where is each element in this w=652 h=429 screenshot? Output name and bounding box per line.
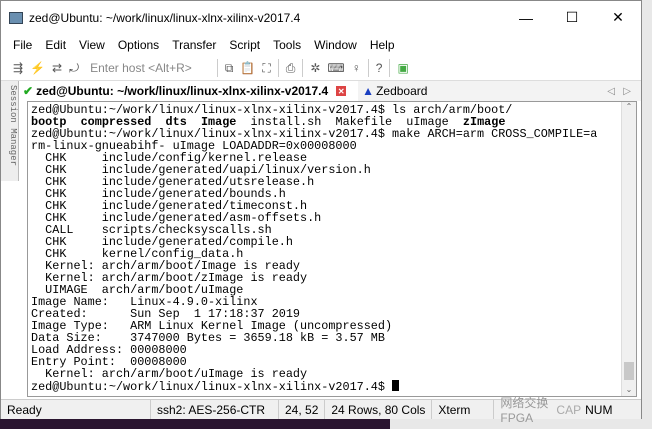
terminal-output: zed@Ubuntu:~/work/linux/linux-xlnx-xilin… — [31, 104, 597, 393]
app-icon — [9, 11, 23, 24]
securecrt-window: zed@Ubuntu: ~/work/linux/linux-xlnx-xili… — [0, 0, 642, 425]
warning-icon: ▲ — [362, 84, 375, 98]
divider — [389, 59, 391, 77]
disconnect-icon[interactable]: ⤾ — [69, 61, 79, 76]
menu-tools[interactable]: Tools — [273, 38, 301, 52]
minimize-button[interactable]: — — [503, 1, 549, 34]
status-state: Ready — [1, 400, 151, 419]
menu-help[interactable]: Help — [370, 38, 395, 52]
status-bar: Ready ssh2: AES-256-CTR 24, 52 24 Rows, … — [1, 396, 641, 425]
print-icon[interactable]: ⎙ — [286, 61, 296, 76]
status-num: NUM — [585, 402, 613, 417]
menu-bar: File Edit View Options Transfer Script T… — [1, 34, 395, 56]
divider — [302, 59, 304, 77]
terminal-line: zed@Ubuntu:~/work/linux/linux-xlnx-xilin… — [31, 380, 597, 393]
menu-file[interactable]: File — [13, 38, 32, 52]
menu-edit[interactable]: Edit — [45, 38, 66, 52]
session-manager-tab[interactable]: Session Manager — [1, 81, 19, 181]
quick-connect-icon[interactable]: ⚡ — [30, 61, 45, 75]
status-size: 24 Rows, 80 Cols — [325, 400, 433, 419]
toolbar: ⇶ ⚡ ⇄ ⤾ Enter host <Alt+R> ⧉ 📋 ⛶ ⎙ ✲ ⌨ ♀… — [1, 56, 641, 81]
title-bar: zed@Ubuntu: ~/work/linux/linux-xlnx-xili… — [1, 1, 641, 34]
session-tabs: ✔ zed@Ubuntu: ~/work/linux/linux-xlnx-xi… — [19, 81, 641, 101]
background-terminal-strip — [0, 419, 390, 429]
sftp-icon[interactable]: ▣ — [397, 61, 408, 75]
status-emulation: Xterm — [432, 400, 495, 419]
reconnect-icon[interactable]: ⇄ — [52, 61, 62, 75]
menu-script[interactable]: Script — [229, 38, 260, 52]
copy-icon[interactable]: ⧉ — [225, 61, 234, 76]
connect-icon[interactable]: ⇶ — [13, 61, 23, 75]
check-icon: ✔ — [23, 84, 34, 98]
menu-view[interactable]: View — [79, 38, 105, 52]
tab-ubuntu[interactable]: ✔ zed@Ubuntu: ~/work/linux/linux-xlnx-xi… — [19, 81, 359, 101]
divider — [277, 59, 279, 77]
tab-zedboard[interactable]: ▲ Zedboard — [358, 81, 432, 101]
scroll-up-icon[interactable]: ⌃ — [622, 102, 636, 111]
terminal-line: Kernel: arch/arm/boot/uImage is ready — [31, 367, 308, 381]
maximize-button[interactable]: ☐ — [549, 1, 595, 34]
watermark: 网络交换FPGA — [500, 396, 549, 425]
scroll-thumb[interactable] — [624, 362, 634, 380]
divider — [367, 59, 369, 77]
scroll-down-icon[interactable]: ⌄ — [622, 385, 636, 394]
key-icon[interactable]: ♀ — [352, 61, 361, 75]
settings-icon[interactable]: ✲ — [310, 61, 320, 75]
status-cipher: ssh2: AES-256-CTR — [151, 400, 279, 419]
find-icon[interactable]: ⛶ — [262, 61, 270, 76]
close-button[interactable]: ✕ — [595, 1, 641, 34]
window-title: zed@Ubuntu: ~/work/linux/linux-xlnx-xili… — [29, 10, 301, 25]
status-caps: CAP — [556, 402, 582, 417]
menu-transfer[interactable]: Transfer — [172, 38, 216, 52]
close-tab-icon[interactable]: ✕ — [336, 86, 347, 96]
tab-label: zed@Ubuntu: ~/work/linux/linux-xlnx-xili… — [36, 84, 329, 98]
cursor — [392, 380, 400, 391]
tab-label: Zedboard — [376, 84, 428, 98]
menu-window[interactable]: Window — [314, 38, 357, 52]
terminal[interactable]: zed@Ubuntu:~/work/linux/linux-xlnx-xilin… — [27, 101, 637, 397]
help-icon[interactable]: ? — [376, 61, 383, 75]
paste-icon[interactable]: 📋 — [240, 61, 255, 75]
divider — [216, 59, 218, 77]
keymap-icon[interactable]: ⌨ — [327, 61, 344, 75]
tab-scroll-arrows[interactable]: ◁ ▷ — [607, 86, 631, 97]
scrollbar[interactable]: ⌃ ⌄ — [621, 102, 636, 396]
host-input[interactable]: Enter host <Alt+R> — [90, 61, 192, 75]
menu-options[interactable]: Options — [118, 38, 159, 52]
status-cursor: 24, 52 — [279, 400, 326, 419]
